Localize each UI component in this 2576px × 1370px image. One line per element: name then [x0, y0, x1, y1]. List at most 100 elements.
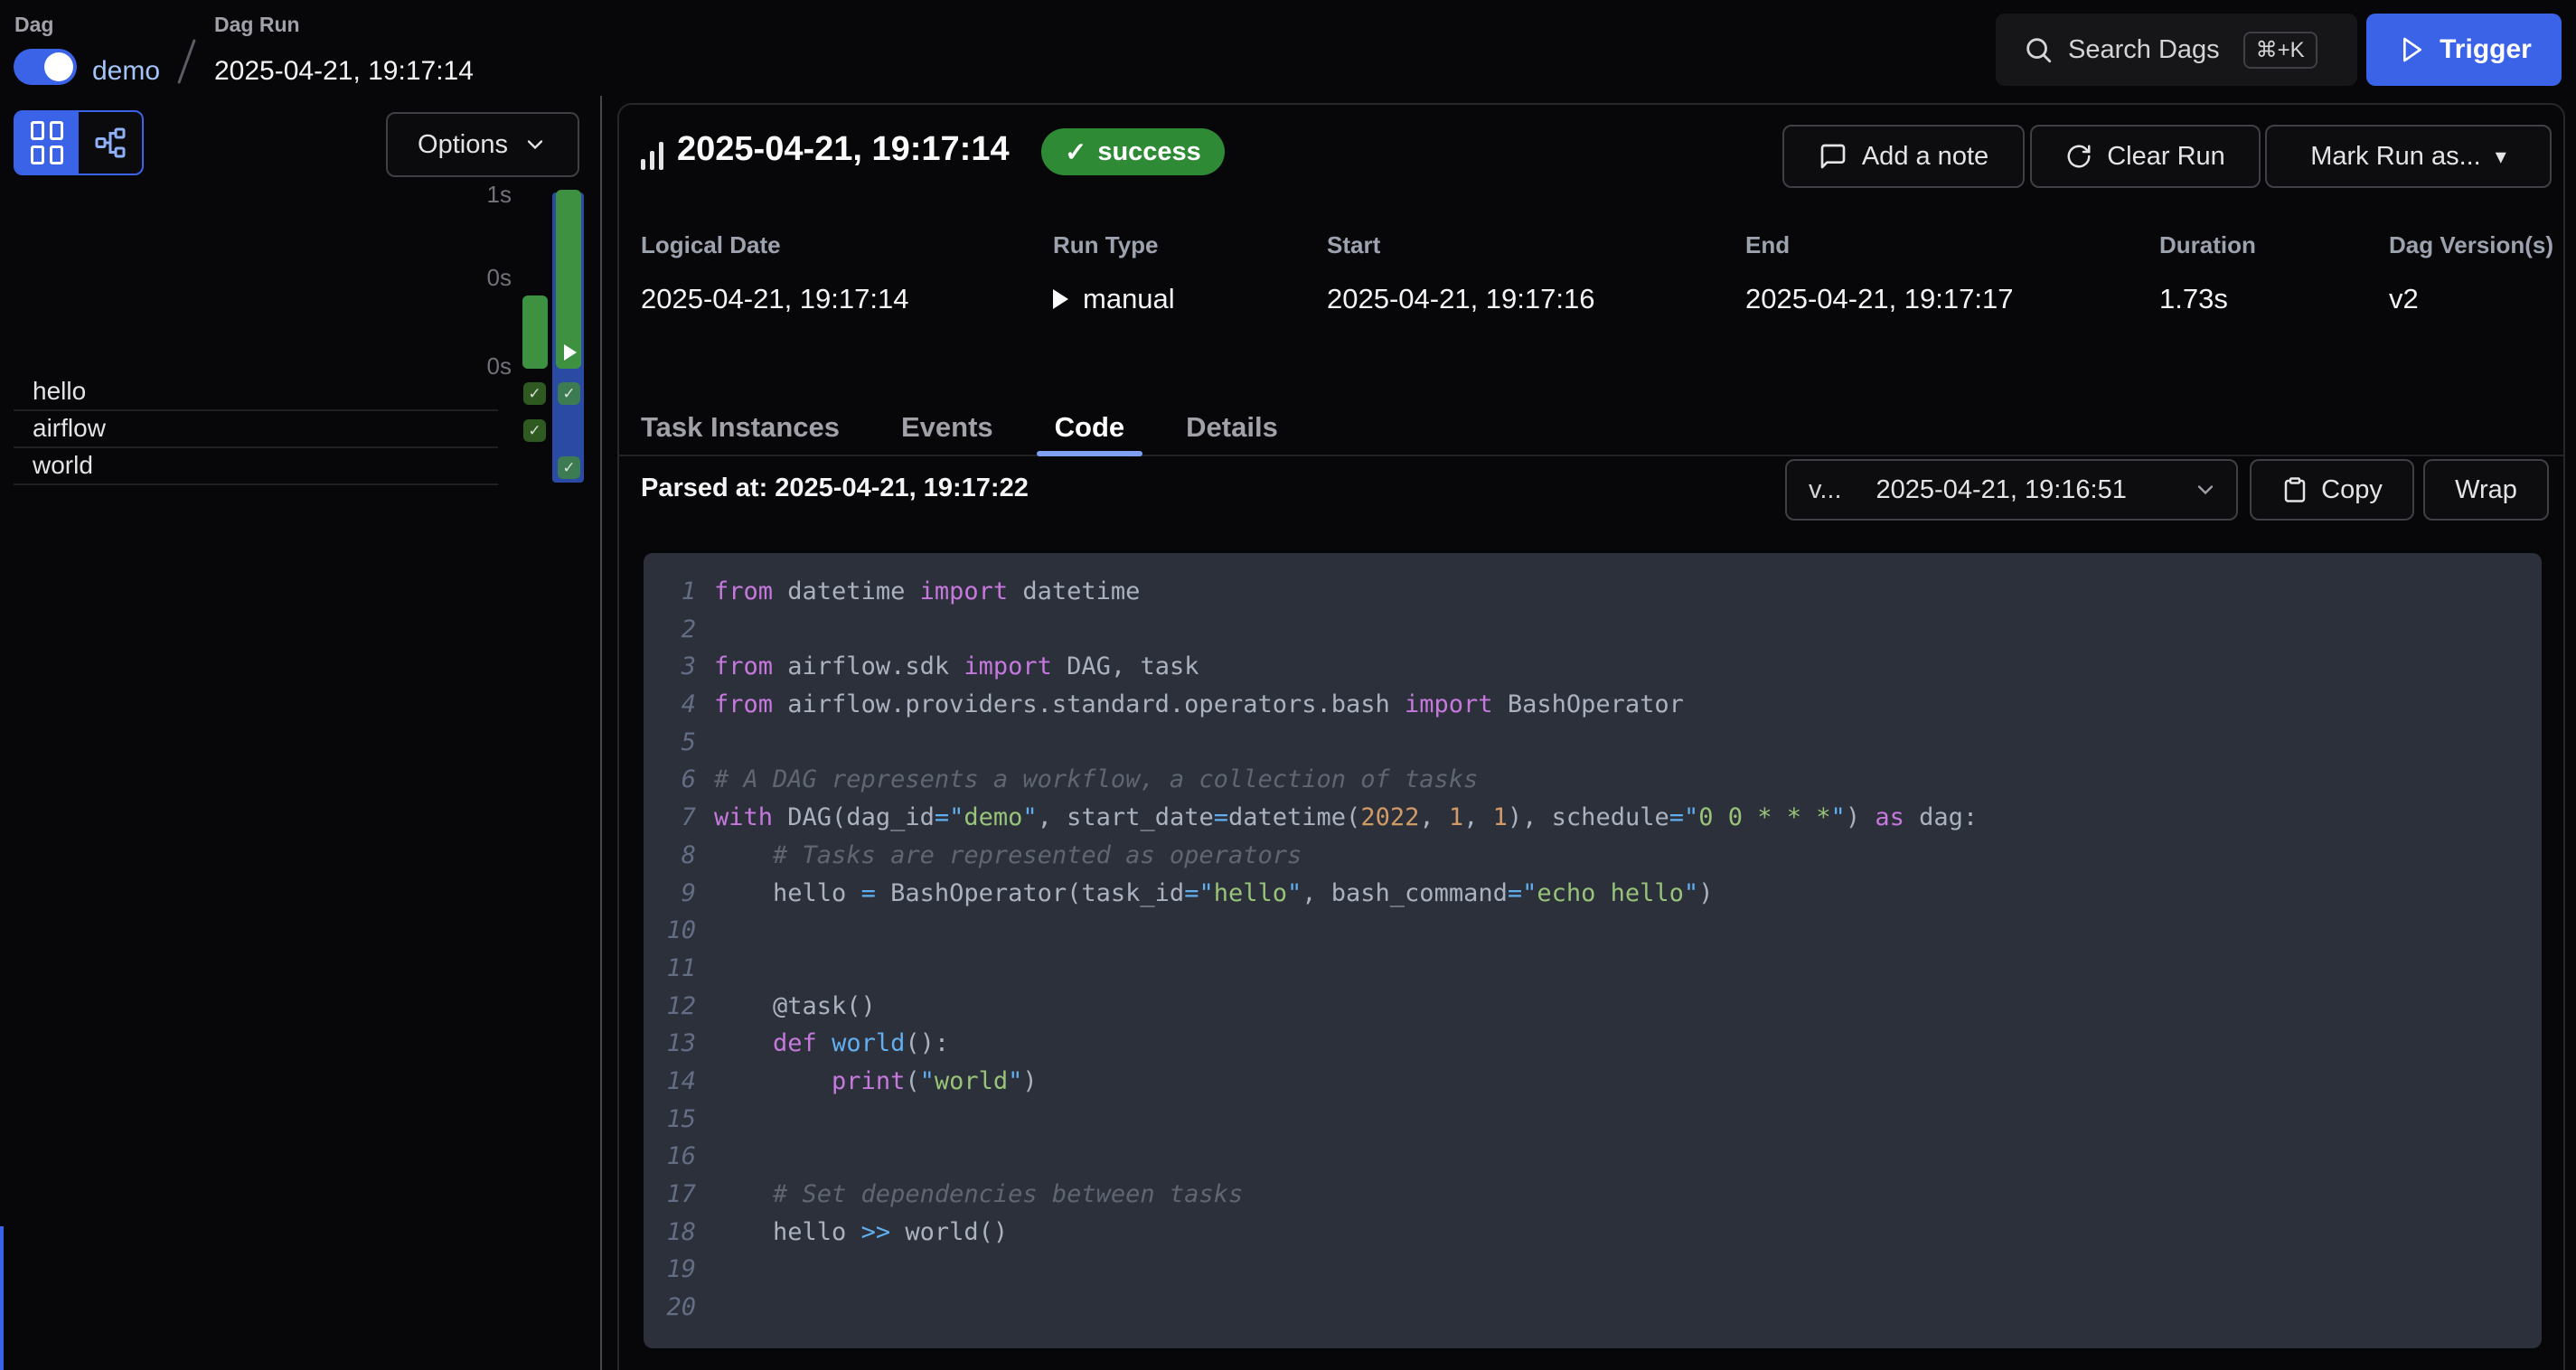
code-viewer[interactable]: 1 from datetime import datetime23 from air…: [644, 553, 2542, 1348]
meta-value: manual: [1053, 283, 1175, 315]
meta-duration: Duration1.73s: [2159, 231, 2256, 315]
copy-button[interactable]: Copy: [2250, 459, 2414, 521]
dag-breadcrumb-label: Dag: [14, 13, 53, 37]
trigger-button[interactable]: Trigger: [2366, 14, 2562, 86]
add-note-button[interactable]: Add a note: [1782, 125, 2025, 188]
clear-run-button[interactable]: Clear Run: [2030, 125, 2261, 188]
left-scroll-indicator[interactable]: [0, 1226, 4, 1370]
tab-code[interactable]: Code: [1037, 399, 1143, 455]
task-row-world: world: [14, 447, 498, 485]
search-dags-input[interactable]: Search Dags ⌘+K: [1996, 14, 2357, 86]
code-line: 2: [644, 611, 2542, 649]
clipboard-icon: [2281, 476, 2308, 503]
code-text: hello = BashOperator(task_id="hello", ba…: [714, 875, 1713, 913]
code-line: 18 hello >> world(): [644, 1214, 2542, 1252]
code-text: @task(): [714, 988, 876, 1026]
line-number: 13: [644, 1025, 696, 1063]
toggle-knob: [44, 52, 73, 81]
caret-down-icon: ▾: [2496, 144, 2506, 170]
line-number: 9: [644, 875, 696, 913]
graph-view-button[interactable]: [79, 112, 142, 174]
run-duration-bar[interactable]: [556, 190, 581, 369]
meta-value: 2025-04-21, 19:17:14: [641, 283, 908, 315]
graph-icon: [94, 127, 127, 159]
meta-run-type: Run Typemanual: [1053, 231, 1175, 315]
line-number: 1: [644, 573, 696, 611]
code-line: 3 from airflow.sdk import DAG, task: [644, 648, 2542, 686]
meta-end: End2025-04-21, 19:17:17: [1745, 231, 2013, 315]
line-number: 5: [644, 724, 696, 762]
code-text: from airflow.sdk import DAG, task: [714, 648, 1199, 686]
code-text: from airflow.providers.standard.operator…: [714, 686, 1684, 724]
wrap-button[interactable]: Wrap: [2423, 459, 2549, 521]
line-number: 18: [644, 1214, 696, 1252]
dag-name-link[interactable]: demo: [92, 56, 160, 87]
meta-label: Logical Date: [641, 231, 908, 259]
duration-axis-label: 1s: [439, 181, 512, 209]
tab-task-instances[interactable]: Task Instances: [623, 399, 858, 455]
chevron-down-icon: [522, 132, 548, 157]
add-note-label: Add a note: [1862, 142, 1988, 172]
meta-value: 1.73s: [2159, 283, 2256, 315]
panel-divider[interactable]: [600, 96, 602, 1370]
task-row-hello: hello: [14, 373, 498, 411]
line-number: 3: [644, 648, 696, 686]
chevron-down-icon: [2193, 477, 2218, 502]
task-status-hello[interactable]: ✓: [523, 382, 546, 405]
grid-view-button[interactable]: [15, 112, 79, 174]
mark-run-as-button[interactable]: Mark Run as... ▾: [2265, 125, 2552, 188]
dag-version-select[interactable]: v... 2025-04-21, 19:16:51: [1785, 459, 2238, 521]
manual-type-icon: [1053, 289, 1068, 309]
task-name[interactable]: world: [14, 447, 498, 483]
task-status-world[interactable]: ✓: [558, 456, 580, 479]
line-number: 10: [644, 912, 696, 950]
task-status-hello[interactable]: ✓: [558, 382, 580, 405]
line-number: 15: [644, 1101, 696, 1139]
tab-details[interactable]: Details: [1168, 399, 1296, 455]
run-title: 2025-04-21, 19:17:14: [677, 130, 1010, 169]
meta-value: 2025-04-21, 19:17:17: [1745, 283, 2013, 315]
task-status-airflow[interactable]: ✓: [523, 419, 546, 442]
line-number: 20: [644, 1289, 696, 1327]
wrap-label: Wrap: [2455, 475, 2517, 505]
search-icon: [2023, 34, 2054, 65]
meta-value: 2025-04-21, 19:17:16: [1327, 283, 1594, 315]
code-text: # Tasks are represented as operators: [714, 837, 1302, 875]
meta-label: Dag Version(s): [2389, 231, 2553, 259]
line-number: 12: [644, 988, 696, 1026]
play-outline-icon: [2396, 35, 2425, 64]
refresh-icon: [2065, 143, 2092, 170]
parsed-at-text: Parsed at: 2025-04-21, 19:17:22: [641, 459, 1029, 517]
run-status-badge: ✓ success: [1041, 128, 1225, 175]
code-line: 17 # Set dependencies between tasks: [644, 1176, 2542, 1214]
line-number: 8: [644, 837, 696, 875]
code-text: from datetime import datetime: [714, 573, 1140, 611]
task-name[interactable]: hello: [14, 373, 498, 409]
code-line: 7with DAG(dag_id="demo", start_date=date…: [644, 799, 2542, 837]
code-line: 10: [644, 912, 2542, 950]
task-name[interactable]: airflow: [14, 410, 498, 446]
code-line: 6# A DAG represents a workflow, a collec…: [644, 761, 2542, 799]
code-line: 13 def world():: [644, 1025, 2542, 1063]
code-line: 11: [644, 950, 2542, 988]
code-text: def world():: [714, 1025, 949, 1063]
meta-dag-version-s: Dag Version(s)v2: [2389, 231, 2553, 315]
dag-pause-toggle[interactable]: [14, 49, 77, 85]
options-button[interactable]: Options: [386, 112, 579, 177]
dag-run-breadcrumb-label: Dag Run: [214, 13, 300, 37]
app-root: Dag demo Dag Run 2025-04-21, 19:17:14 Se…: [0, 0, 2576, 1370]
code-text: with DAG(dag_id="demo", start_date=datet…: [714, 799, 1978, 837]
line-number: 17: [644, 1176, 696, 1214]
check-icon: ✓: [1065, 136, 1086, 168]
code-text: print("world"): [714, 1063, 1038, 1101]
line-number: 11: [644, 950, 696, 988]
meta-start: Start2025-04-21, 19:17:16: [1327, 231, 1594, 315]
tab-events[interactable]: Events: [883, 399, 1011, 455]
code-line: 5: [644, 724, 2542, 762]
code-line: 14 print("world"): [644, 1063, 2542, 1101]
line-number: 6: [644, 761, 696, 799]
duration-axis-label: 0s: [439, 264, 512, 292]
manual-run-play-icon: [564, 344, 577, 361]
run-duration-bar[interactable]: [522, 296, 548, 369]
code-line: 15: [644, 1101, 2542, 1139]
